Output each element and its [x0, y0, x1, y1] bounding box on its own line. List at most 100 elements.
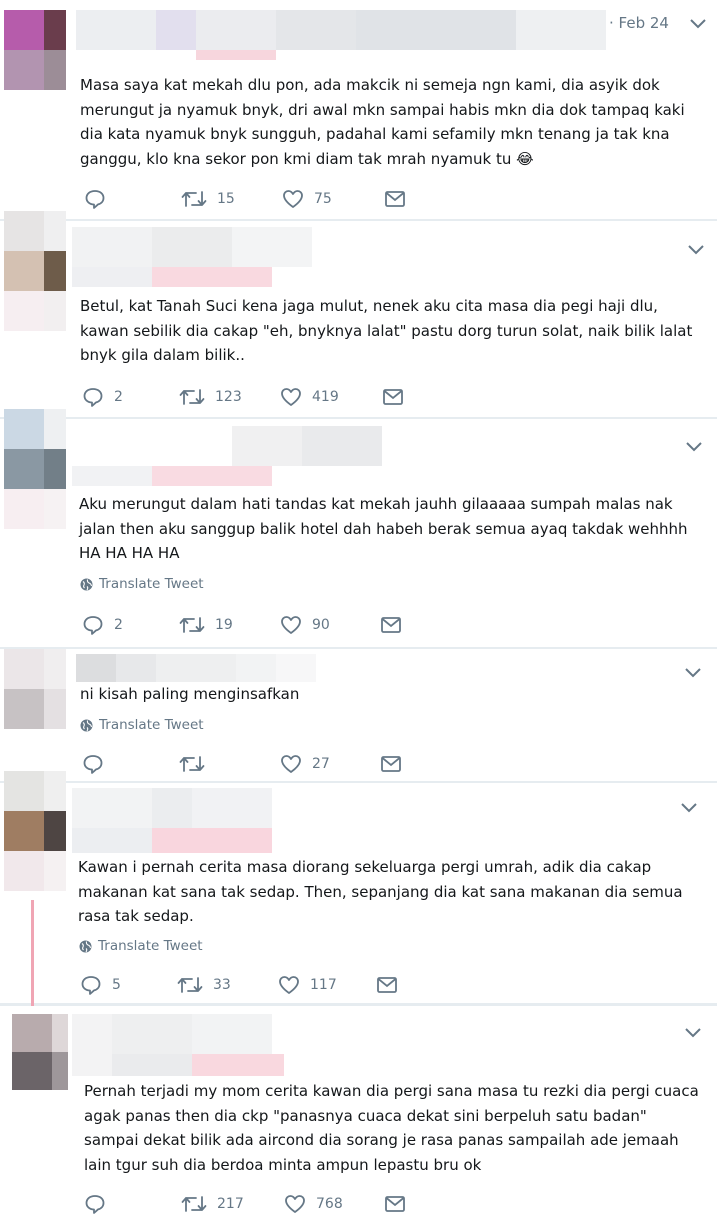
envelope-icon: [377, 977, 397, 993]
envelope-icon: [381, 756, 401, 772]
reply-icon: [83, 616, 103, 635]
reply-count: 5: [112, 977, 121, 993]
message-button[interactable]: [384, 1191, 406, 1217]
like-count: 419: [312, 389, 339, 405]
tweet-text: Aku merungut dalam hati tandas kat mekah…: [79, 495, 688, 562]
retweet-button[interactable]: [179, 751, 215, 777]
username-blurred[interactable]: [76, 654, 316, 682]
avatar[interactable]: [4, 649, 66, 729]
translate-tweet-link[interactable]: Translate Tweet: [79, 938, 203, 954]
thread-line: [31, 900, 34, 1008]
retweet-count: 123: [215, 389, 242, 405]
username-blurred[interactable]: [76, 10, 606, 60]
avatar[interactable]: [4, 211, 66, 331]
message-button[interactable]: [384, 186, 406, 212]
tweet-text: Masa saya kat mekah dlu pon, ada makcik …: [80, 76, 685, 168]
retweet-count: 217: [217, 1196, 244, 1212]
avatar[interactable]: [4, 771, 66, 891]
avatar[interactable]: [12, 1014, 68, 1090]
reply-button[interactable]: [82, 751, 114, 777]
tweet-text: Pernah terjadi my mom cerita kawan dia p…: [84, 1082, 699, 1174]
translate-label: Translate Tweet: [99, 576, 204, 592]
retweet-button[interactable]: 217: [181, 1191, 244, 1217]
retweet-icon: [179, 389, 205, 405]
tweet[interactable]: Aku merungut dalam hati tandas kat mekah…: [0, 409, 717, 647]
envelope-icon: [383, 389, 403, 405]
like-count: 75: [314, 191, 332, 207]
globe-icon: [79, 940, 92, 952]
like-count: 90: [312, 617, 330, 633]
heart-icon: [285, 1195, 305, 1213]
retweet-icon: [181, 1196, 207, 1212]
retweet-icon: [179, 756, 205, 772]
chevron-down-icon[interactable]: [683, 665, 703, 681]
reply-icon: [81, 976, 101, 995]
heart-icon: [279, 976, 299, 994]
translate-label: Translate Tweet: [99, 717, 204, 733]
like-button[interactable]: 75: [282, 186, 332, 212]
reply-count: 2: [114, 617, 123, 633]
tweet-text: Kawan i pernah cerita masa diorang sekel…: [78, 858, 683, 925]
message-button[interactable]: [380, 751, 402, 777]
retweet-count: 33: [213, 977, 231, 993]
like-button[interactable]: 419: [280, 384, 339, 410]
like-button[interactable]: 117: [278, 972, 337, 998]
heart-icon: [281, 616, 301, 634]
chevron-down-icon[interactable]: [686, 242, 706, 258]
username-blurred[interactable]: [72, 426, 382, 486]
chevron-down-icon[interactable]: [684, 439, 704, 455]
tweet-date[interactable]: · Feb 24: [609, 14, 669, 32]
envelope-icon: [385, 1196, 405, 1212]
heart-icon: [281, 388, 301, 406]
chevron-down-icon[interactable]: [679, 800, 699, 816]
retweet-icon: [179, 617, 205, 633]
message-button[interactable]: [382, 384, 404, 410]
globe-icon: [80, 578, 93, 590]
message-button[interactable]: [376, 972, 398, 998]
retweet-count: 15: [217, 191, 235, 207]
retweet-button[interactable]: 33: [177, 972, 231, 998]
reply-button[interactable]: [84, 186, 116, 212]
globe-icon: [80, 719, 93, 731]
tweet-text: Betul, kat Tanah Suci kena jaga mulut, n…: [80, 297, 693, 364]
translate-label: Translate Tweet: [98, 938, 203, 954]
reply-button[interactable]: [84, 1191, 116, 1217]
username-blurred[interactable]: [72, 227, 312, 287]
tweet[interactable]: Betul, kat Tanah Suci kena jaga mulut, n…: [0, 211, 717, 417]
translate-tweet-link[interactable]: Translate Tweet: [80, 717, 204, 733]
reply-count: 2: [114, 389, 123, 405]
reply-icon: [85, 1195, 105, 1214]
reply-button[interactable]: 5: [80, 972, 121, 998]
envelope-icon: [381, 617, 401, 633]
chevron-down-icon[interactable]: [688, 16, 708, 32]
reply-icon: [83, 388, 103, 407]
tweet[interactable]: Kawan i pernah cerita masa diorang sekel…: [0, 771, 717, 1003]
chevron-down-icon[interactable]: [683, 1025, 703, 1041]
avatar[interactable]: [4, 409, 66, 529]
reply-button[interactable]: 2: [82, 384, 123, 410]
translate-tweet-link[interactable]: Translate Tweet: [80, 576, 204, 592]
reply-button[interactable]: 2: [82, 612, 123, 638]
tweet[interactable]: ni kisah paling menginsafkan Translate T…: [0, 649, 717, 781]
heart-icon: [281, 755, 301, 773]
like-button[interactable]: 27: [280, 751, 330, 777]
username-blurred[interactable]: [72, 788, 272, 853]
retweet-button[interactable]: 19: [179, 612, 233, 638]
like-button[interactable]: 768: [284, 1191, 343, 1217]
avatar[interactable]: [4, 10, 66, 90]
message-button[interactable]: [380, 612, 402, 638]
reply-icon: [83, 755, 103, 774]
heart-icon: [283, 190, 303, 208]
tweet[interactable]: · Feb 24 Masa saya kat mekah dlu pon, ad…: [0, 0, 717, 219]
retweet-button[interactable]: 15: [181, 186, 235, 212]
tweet-text: ni kisah paling menginsafkan: [80, 685, 300, 703]
username-blurred[interactable]: [72, 1014, 284, 1076]
tweet[interactable]: Pernah terjadi my mom cerita kawan dia p…: [0, 1006, 717, 1232]
reply-icon: [85, 190, 105, 209]
retweet-button[interactable]: 123: [179, 384, 242, 410]
retweet-icon: [181, 191, 207, 207]
like-button[interactable]: 90: [280, 612, 330, 638]
like-count: 768: [316, 1196, 343, 1212]
retweet-count: 19: [215, 617, 233, 633]
envelope-icon: [385, 191, 405, 207]
